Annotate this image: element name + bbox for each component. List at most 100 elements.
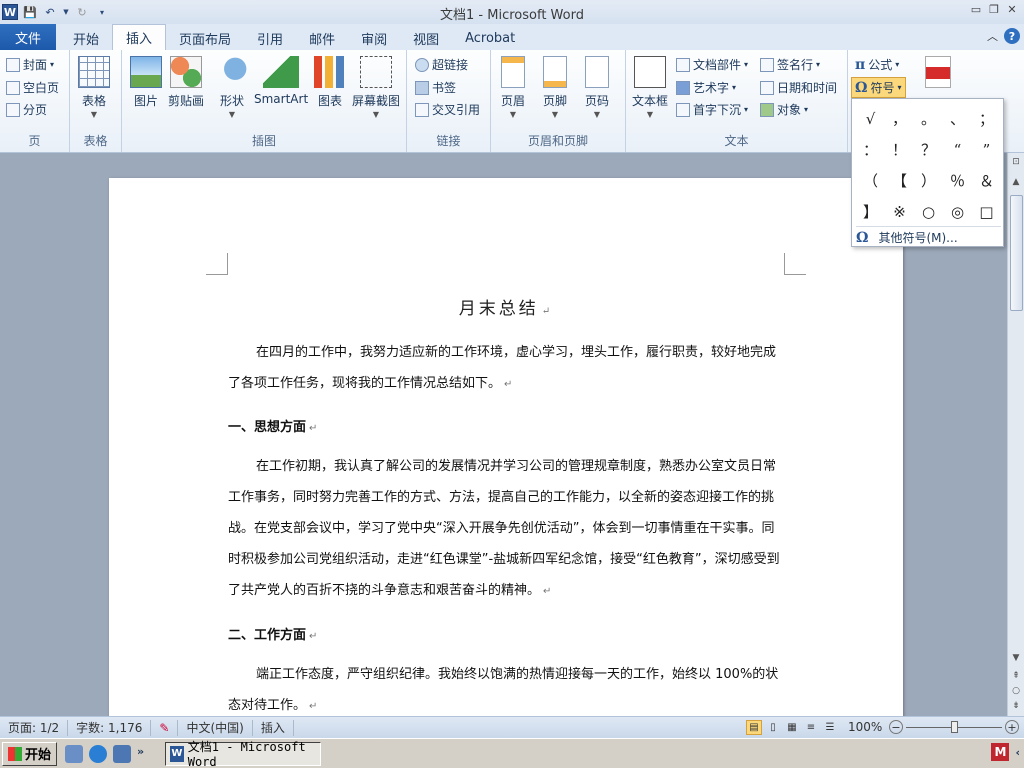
tab-file[interactable]: 文件 [0,24,56,50]
undo-dropdown-icon[interactable]: ▼ [62,4,70,20]
table-button[interactable]: 表格 ▼ [78,56,110,119]
tab-page-layout[interactable]: 页面布局 [166,26,244,50]
scroll-down-icon[interactable]: ▼ [1009,653,1023,663]
web-layout-icon[interactable]: ▦ [784,720,800,735]
symbol-cell[interactable]: ◎ [943,196,972,227]
header-button[interactable]: 页眉 ▼ [501,56,525,119]
zoom-in-icon[interactable]: + [1005,720,1019,734]
zoom-slider-thumb[interactable] [951,721,958,733]
outline-icon[interactable]: ≡ [803,720,819,735]
quicklaunch-more-icon[interactable]: » [137,745,155,763]
equation-button[interactable]: π 公式 ▾ [855,56,899,73]
symbol-cell[interactable]: ○ [914,196,943,227]
quicklaunch-app-icon[interactable] [65,744,84,763]
tab-acrobat[interactable]: Acrobat [452,26,528,50]
symbol-cell[interactable]: 、 [943,103,972,134]
language-indicator[interactable]: 中文(中国) [178,719,253,736]
tab-mailings[interactable]: 邮件 [296,26,348,50]
symbol-cell[interactable]: ） [914,165,943,196]
save-icon[interactable]: 💾 [22,4,38,20]
screenshot-button[interactable]: 屏幕截图 ▼ [352,56,400,119]
prev-page-icon[interactable]: ⇞ [1009,671,1023,681]
hyperlink-button[interactable]: 超链接 [415,56,468,73]
tab-home[interactable]: 开始 [60,26,112,50]
start-button[interactable]: 开始 [2,741,58,766]
symbol-cell[interactable]: ， [885,103,914,134]
symbol-cell[interactable]: □ [972,196,1001,227]
page-indicator[interactable]: 页面: 1/2 [0,719,69,736]
symbol-cell[interactable]: “ [943,134,972,165]
vertical-scrollbar[interactable]: ⊡ ▲ ▼ ⇞ ○ ⇟ [1007,153,1024,716]
browse-object-icon[interactable]: ○ [1009,686,1023,696]
tab-review[interactable]: 审阅 [348,26,400,50]
scroll-thumb[interactable] [1010,195,1023,311]
customize-qat-icon[interactable]: ▾ [94,4,110,20]
zoom-out-icon[interactable]: − [889,720,903,734]
acrobat-embed-button[interactable] [925,56,951,92]
more-symbols-button[interactable]: Ω 其他符号(M)... [856,226,1001,246]
object-button[interactable]: 对象 ▾ [760,101,808,118]
symbol-cell[interactable]: 【 [885,165,914,196]
datetime-button[interactable]: 日期和时间 [760,79,837,96]
symbol-cell[interactable]: ” [972,134,1001,165]
dropcap-button[interactable]: 首字下沉 ▾ [676,101,748,118]
tab-view[interactable]: 视图 [400,26,452,50]
symbol-cell[interactable]: 。 [914,103,943,134]
symbol-cell[interactable]: ： [856,134,885,165]
symbol-button[interactable]: Ω 符号 ▾ [851,77,906,98]
taskbar-word-window[interactable]: W 文档1 - Microsoft Word [165,740,322,768]
symbol-cell[interactable]: （ [856,165,885,196]
paragraph-thoughts: 在工作初期，我认真了解公司的发展情况并学习公司的管理规章制度，熟悉办公室文员日常… [228,459,780,598]
undo-icon[interactable]: ↶ [42,4,58,20]
title-bar: W 💾 ↶ ▼ ↻ ▾ 文档1 - Microsoft Word ▭ ❐ ✕ [0,0,1024,24]
restore-button[interactable]: ❐ [986,2,1002,16]
cover-page-button[interactable]: 封面 ▾ [6,56,54,73]
tab-insert[interactable]: 插入 [112,24,167,50]
symbol-cell[interactable]: ！ [885,134,914,165]
draft-icon[interactable]: ☰ [822,720,838,735]
crossref-button[interactable]: 交叉引用 [415,101,480,118]
insert-mode[interactable]: 插入 [253,719,294,736]
word-logo-icon[interactable]: W [2,4,18,20]
textbox-button[interactable]: 文本框 ▼ [632,56,668,119]
symbol-cell[interactable]: √ [856,103,885,134]
tray-expand-icon[interactable]: ‹ [1015,746,1020,759]
word-count[interactable]: 字数: 1,176 [68,719,152,736]
symbol-cell[interactable]: ％ [943,165,972,196]
symbol-cell[interactable]: 】 [856,196,885,227]
blank-page-button[interactable]: 空白页 [6,79,59,96]
symbol-cell[interactable]: ？ [914,134,943,165]
scroll-up-icon[interactable]: ▲ [1009,177,1023,187]
wordart-button[interactable]: 艺术字 ▾ [676,79,736,96]
close-button[interactable]: ✕ [1004,2,1020,16]
symbol-cell[interactable]: ※ [885,196,914,227]
proofing-icon[interactable]: ✎ [151,719,179,736]
symbol-cell[interactable]: ＆ [972,165,1001,196]
quicklaunch-media-icon[interactable] [113,744,132,763]
clipart-button[interactable]: 剪贴画 [168,56,204,109]
tab-references[interactable]: 引用 [244,26,296,50]
picture-button[interactable]: 图片 [130,56,162,109]
full-screen-reading-icon[interactable]: ▯ [765,720,781,735]
print-layout-icon[interactable]: ▤ [746,720,762,735]
help-icon[interactable]: ? [1004,28,1020,44]
zoom-level[interactable]: 100% [848,720,882,734]
page-break-button[interactable]: 分页 [6,101,47,118]
redo-icon[interactable]: ↻ [74,4,90,20]
minimize-button[interactable]: ▭ [968,2,984,16]
minimize-ribbon-icon[interactable]: ︿ [987,28,998,44]
chart-button[interactable]: 图表 [314,56,346,109]
smartart-button[interactable]: SmartArt [254,56,308,106]
document-page[interactable]: 月末总结 ↵ 在四月的工作中，我努力适应新的工作环境，虚心学习，埋头工作，履行职责… [109,178,903,716]
footer-button[interactable]: 页脚 ▼ [543,56,567,119]
signature-line-button[interactable]: 签名行 ▾ [760,56,820,73]
bookmark-button[interactable]: 书签 [415,79,456,96]
shapes-button[interactable]: 形状 ▼ [216,56,248,119]
page-number-button[interactable]: 页码 ▼ [585,56,609,119]
tray-m-icon[interactable]: M [991,743,1010,761]
symbol-cell[interactable]: ； [972,103,1001,134]
next-page-icon[interactable]: ⇟ [1009,701,1023,711]
internet-explorer-icon[interactable] [89,744,108,763]
ruler-toggle-icon[interactable]: ⊡ [1009,157,1023,167]
quickparts-button[interactable]: 文档部件 ▾ [676,56,748,73]
